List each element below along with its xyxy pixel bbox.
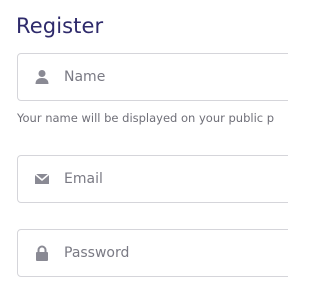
email-input[interactable] xyxy=(64,156,288,202)
register-form: Register Your name will be displayed on … xyxy=(0,0,288,288)
email-field[interactable] xyxy=(17,155,288,203)
name-field[interactable] xyxy=(17,53,288,101)
password-field[interactable] xyxy=(17,229,288,277)
name-input[interactable] xyxy=(64,54,288,100)
envelope-icon xyxy=(34,173,50,184)
name-hint: Your name will be displayed on your publ… xyxy=(17,111,275,125)
lock-icon xyxy=(36,245,48,261)
form-title: Register xyxy=(16,14,104,38)
password-input[interactable] xyxy=(64,230,288,276)
user-icon xyxy=(35,70,49,84)
